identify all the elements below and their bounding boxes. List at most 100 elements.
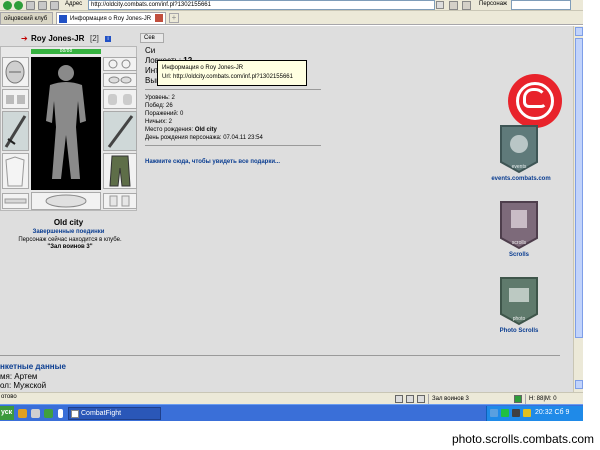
events-link[interactable]: events.combats.com: [491, 176, 551, 182]
quicklaunch-icon[interactable]: [31, 409, 40, 418]
level-icon: [514, 395, 522, 403]
page-icon: [59, 15, 67, 23]
shirt-icon: [5, 156, 25, 187]
vertical-scrollbar[interactable]: [573, 26, 583, 392]
profile-title: нкетные данные: [0, 362, 66, 371]
character-header: ➔ Roy Jones-JR [2] i: [0, 33, 137, 45]
rings-icon: [108, 59, 131, 69]
scrolls-link[interactable]: Scrolls: [497, 252, 541, 258]
level-line: Уровень: 2: [145, 95, 175, 101]
helmet-icon: [5, 60, 25, 84]
tab-close-icon[interactable]: [155, 14, 163, 22]
sword-icon: [107, 115, 134, 148]
close-icon[interactable]: [449, 1, 458, 10]
medal-slot[interactable]: [31, 192, 101, 210]
pants-slot[interactable]: [103, 153, 137, 189]
events-banner-icon[interactable]: events: [497, 122, 541, 174]
taskbar-window-button[interactable]: CombatFight: [68, 407, 161, 420]
tray-icon[interactable]: [523, 409, 531, 417]
back-icon[interactable]: [3, 1, 12, 10]
character-name: Roy Jones-JR: [31, 34, 85, 43]
quicklaunch-icon[interactable]: [44, 409, 53, 418]
tab-fight-club[interactable]: ойцовский клуб: [0, 12, 53, 24]
browser-toolbar: Адрес http://oldcity.combats.com/inf.pl?…: [0, 0, 583, 11]
security-icon: [395, 395, 403, 403]
page-content: ➔ Roy Jones-JR [2] i 88/88 Old city Заве…: [0, 26, 573, 392]
page-icon: [417, 395, 425, 403]
belt-icon: [4, 198, 27, 204]
taskbar-window-title: CombatFight: [81, 410, 122, 417]
boots-icon: [109, 195, 130, 207]
address-input[interactable]: http://oldcity.combats.com/inf.pl?130215…: [88, 0, 435, 10]
start-button[interactable]: уск: [0, 406, 14, 420]
medal-icon: [45, 194, 87, 208]
clan-emblem[interactable]: [508, 74, 562, 128]
boots-slot[interactable]: [103, 193, 137, 209]
finished-battles-link[interactable]: Завершенные поединки: [0, 229, 137, 235]
tooltip-url: Url: http://oldcity.combats.com/inf.pl?1…: [162, 74, 293, 80]
system-tray: 20:32 Сб 9: [486, 406, 583, 421]
bracers-slot[interactable]: [2, 89, 29, 109]
info-icon[interactable]: i: [105, 36, 111, 42]
birthplace-line: Место рождения: Old city: [145, 126, 325, 134]
chevron-icon[interactable]: [58, 409, 63, 418]
tray-icon[interactable]: [490, 409, 498, 417]
offhand-slot[interactable]: [103, 111, 137, 151]
tray-icon[interactable]: [501, 409, 509, 417]
birthplace-label: Место рождения:: [145, 127, 194, 133]
wins-line: Побед: 26: [145, 103, 173, 109]
helmet-slot[interactable]: [2, 57, 29, 87]
amulet-slots[interactable]: [103, 73, 137, 87]
watermark: photo.scrolls.combats.com: [451, 432, 594, 446]
amulet-icon: [108, 76, 132, 84]
new-tab-icon[interactable]: +: [169, 13, 179, 23]
status-text: отово: [1, 394, 17, 400]
profile-name: мя: Артем: [0, 372, 38, 381]
photo-scrolls-banner-icon[interactable]: photo: [497, 274, 541, 326]
tray-icon[interactable]: [512, 409, 520, 417]
quicklaunch-icon[interactable]: [18, 409, 27, 418]
forward-icon[interactable]: [14, 1, 23, 10]
refresh-icon[interactable]: [38, 1, 47, 10]
scroll-thumb[interactable]: [575, 38, 583, 338]
go-icon[interactable]: [462, 1, 471, 10]
losses-line: Поражений: 0: [145, 111, 184, 117]
weapon-slot[interactable]: [2, 111, 29, 151]
status-bar: отово Зал воинов 3 H: 88|M: 0: [0, 392, 583, 404]
stats-tab[interactable]: Сев: [140, 33, 164, 43]
status-room: Зал воинов 3: [428, 394, 510, 404]
scroll-down-icon[interactable]: [575, 380, 583, 389]
private-message-icon[interactable]: ➔: [21, 34, 28, 43]
strength-stat: Си: [145, 46, 156, 55]
equipment-panel: 88/88: [0, 46, 137, 211]
hp-text: 88/88: [59, 48, 73, 54]
belt-slot[interactable]: [2, 193, 29, 209]
persona-input[interactable]: [511, 0, 571, 10]
ring-slots[interactable]: [103, 57, 137, 71]
divider: [145, 89, 321, 90]
gifts-link[interactable]: Нажмите сюда, чтобы увидеть все подарки.…: [145, 159, 280, 165]
tab-character-info[interactable]: Информация о Roy Jones-JR: [56, 12, 166, 24]
address-dropdown-icon[interactable]: [436, 1, 444, 9]
ram-icon: [523, 88, 547, 108]
url-tooltip: Информация о Roy Jones-JR Url: http://ol…: [157, 60, 307, 86]
photo-scrolls-link[interactable]: Photo Scrolls: [491, 328, 547, 334]
scrolls-banner-icon[interactable]: scrolls: [497, 198, 541, 250]
divider: [145, 145, 321, 146]
tab-bar: ойцовский клуб Информация о Roy Jones-JR…: [0, 11, 583, 25]
stop-icon[interactable]: [26, 1, 35, 10]
sword-icon: [4, 115, 27, 148]
address-label: Адрес: [65, 1, 83, 7]
gloves-slot[interactable]: [103, 89, 137, 109]
character-level: [2]: [90, 34, 99, 43]
banner-text: photo: [513, 316, 526, 322]
tab-character-info-label: Информация о Roy Jones-JR: [70, 16, 152, 22]
birthplace-value: Old city: [194, 127, 217, 133]
scroll-up-icon[interactable]: [575, 27, 583, 36]
home-icon[interactable]: [50, 1, 59, 10]
character-silhouette: [46, 65, 86, 179]
city-name: Old city: [53, 218, 84, 227]
armor-slot[interactable]: [2, 153, 29, 189]
banner-text: events: [512, 164, 527, 170]
birthday-line: День рождения персонажа: 07.04.11 23:54: [145, 135, 263, 141]
